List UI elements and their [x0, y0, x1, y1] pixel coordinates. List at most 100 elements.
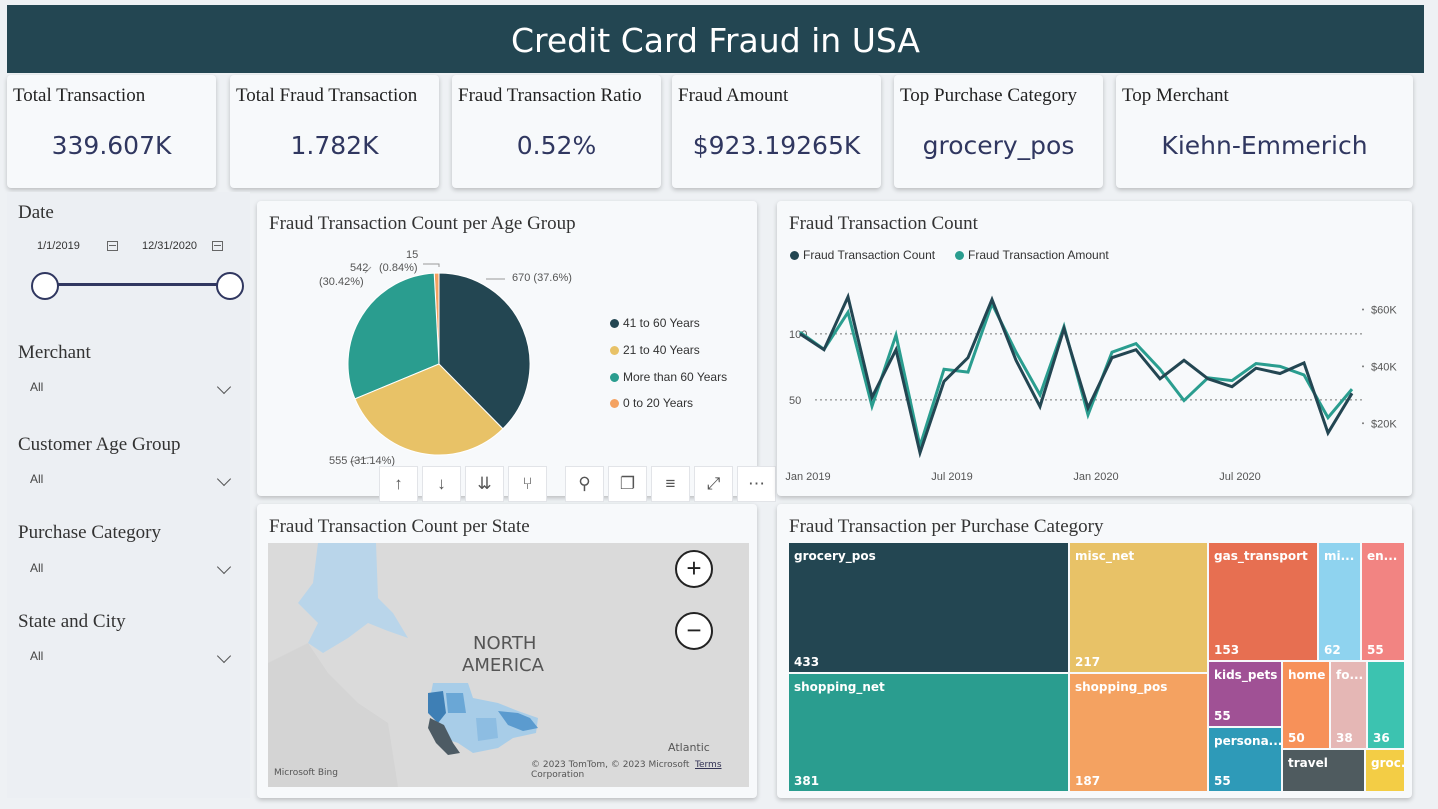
zoom-in-button[interactable]: +: [675, 550, 713, 588]
x-tick-label: Jul 2020: [1219, 471, 1261, 483]
y2-tick-mark: [1362, 422, 1364, 425]
treemap-tile-value: 38: [1336, 731, 1353, 745]
microsoft-bing-logo: Microsoft Bing: [274, 768, 338, 778]
pie-legend-21-40[interactable]: 21 to 40 Years: [610, 343, 700, 357]
legend-dot: [610, 346, 619, 355]
more-options-icon[interactable]: ⋯: [737, 466, 776, 502]
y2-tick-label: $60K: [1371, 304, 1397, 316]
line-chart[interactable]: 10050$60K$40K$20KJan 2019 Jul 2019 Jan 202…: [777, 201, 1412, 496]
kpi-card-top-purchase-category: Top Purchase Category grocery_pos: [894, 75, 1103, 188]
treemap-tile[interactable]: travel: [1283, 750, 1364, 791]
treemap-tile[interactable]: shopping_pos 187: [1070, 674, 1207, 791]
treemap-tile[interactable]: en... 55: [1362, 543, 1404, 660]
treemap-tile[interactable]: gas_transport 153: [1209, 543, 1317, 660]
copy-icon[interactable]: ❐: [608, 466, 647, 502]
treemap-tile-label: mi...: [1324, 549, 1355, 563]
kpi-card-fraud-ratio: Fraud Transaction Ratio 0.52%: [452, 75, 661, 188]
treemap-chart[interactable]: grocery_pos 433 shopping_net 381 misc_net 217…: [789, 543, 1404, 791]
treemap-tile-value: 36: [1373, 731, 1390, 745]
date-slicer-title: Date: [18, 202, 54, 223]
state-map[interactable]: NORTH AMERICA Atlantic © 2023 TomTom, © …: [268, 543, 749, 787]
visual-header-toolbar: ↑ ↓ ⇊ ⑂ ⚲ ❐ ≡ ⤢ ⋯: [379, 466, 776, 502]
pie-legend-0-20[interactable]: 0 to 20 Years: [610, 396, 693, 410]
treemap-tile[interactable]: fo... 38: [1331, 662, 1366, 748]
drill-down-button[interactable]: ↓: [422, 466, 461, 502]
treemap-tile[interactable]: mi... 62: [1319, 543, 1360, 660]
zoom-out-button[interactable]: −: [675, 612, 713, 650]
pin-icon[interactable]: ⚲: [565, 466, 604, 502]
treemap-tile-value: 55: [1367, 643, 1384, 657]
treemap-panel[interactable]: Fraud Transaction per Purchase Category …: [777, 504, 1412, 798]
treemap-tile-value: 153: [1214, 643, 1240, 657]
legend-label: 21 to 40 Years: [623, 343, 700, 357]
treemap-tile-label: persona...: [1214, 734, 1281, 748]
x-tick-label: Jan 2020: [1073, 471, 1118, 483]
region-label: AMERICA: [462, 655, 544, 676]
legend-dot: [610, 373, 619, 382]
date-range-slider[interactable]: [43, 283, 228, 286]
treemap-tile-label: en...: [1367, 549, 1398, 563]
age-group-dropdown[interactable]: All: [30, 472, 43, 486]
treemap-tile-label: home: [1288, 668, 1326, 682]
treemap-tile[interactable]: 36: [1368, 662, 1404, 748]
chevron-down-icon[interactable]: [216, 379, 232, 395]
kpi-title: Fraud Amount: [678, 85, 789, 106]
kpi-value: 0.52%: [516, 131, 597, 160]
date-end[interactable]: 12/31/2020: [142, 240, 197, 252]
ocean-label: Atlantic: [668, 741, 710, 754]
treemap-tile[interactable]: home 50: [1283, 662, 1329, 748]
treemap-tile-value: 62: [1324, 643, 1341, 657]
date-slider-end-handle[interactable]: [216, 272, 244, 300]
pie-slice-label: (30.42%): [319, 276, 364, 288]
map-attribution: © 2023 TomTom, © 2023 Microsoft Corporat…: [531, 760, 690, 780]
chevron-down-icon[interactable]: [216, 471, 232, 487]
date-slider-start-handle[interactable]: [31, 272, 59, 300]
treemap-tile-value: 55: [1214, 774, 1231, 788]
map-title: Fraud Transaction Count per State: [269, 516, 530, 537]
expand-hierarchy-button[interactable]: ⑂: [508, 466, 547, 502]
date-start[interactable]: 1/1/2019: [37, 240, 80, 252]
line-chart-panel[interactable]: Fraud Transaction Count Fraud Transactio…: [777, 201, 1412, 496]
treemap-tile-label: gas_transport: [1214, 549, 1308, 563]
treemap-tile-label: fo...: [1336, 668, 1364, 682]
kpi-title: Top Merchant: [1122, 85, 1229, 106]
terms-link[interactable]: Terms: [695, 760, 722, 770]
pie-legend-60-plus[interactable]: More than 60 Years: [610, 370, 727, 384]
expand-all-button[interactable]: ⇊: [465, 466, 504, 502]
treemap-title: Fraud Transaction per Purchase Category: [789, 516, 1104, 537]
treemap-tile[interactable]: grocery_pos 433: [789, 543, 1068, 672]
state-city-slicer-title: State and City: [18, 611, 126, 632]
state-city-dropdown[interactable]: All: [30, 649, 43, 663]
leader-line: [423, 263, 440, 267]
filter-icon[interactable]: ≡: [651, 466, 690, 502]
treemap-tile[interactable]: misc_net 217: [1070, 543, 1207, 672]
purchase-category-dropdown[interactable]: All: [30, 561, 43, 575]
kpi-card-fraud-amount: Fraud Amount $923.19265K: [672, 75, 881, 188]
treemap-tile-value: 187: [1075, 774, 1101, 788]
purchase-category-slicer-title: Purchase Category: [18, 522, 161, 543]
treemap-tile-value: 50: [1288, 731, 1305, 745]
map-panel[interactable]: Fraud Transaction Count per State NORTH …: [257, 504, 757, 798]
treemap-tile[interactable]: shopping_net 381: [789, 674, 1068, 791]
treemap-tile-value: 381: [794, 774, 820, 788]
pie-legend-41-60[interactable]: 41 to 60 Years: [610, 316, 700, 330]
state-mid: [446, 693, 466, 713]
calendar-icon[interactable]: [212, 241, 223, 251]
legend-dot: [610, 319, 619, 328]
pie-chart-panel[interactable]: Fraud Transaction Count per Age Group 67…: [257, 201, 757, 496]
drill-up-button[interactable]: ↑: [379, 466, 418, 502]
chevron-down-icon[interactable]: [216, 648, 232, 664]
treemap-tile[interactable]: groc...: [1366, 750, 1404, 791]
treemap-tile[interactable]: persona... 55: [1209, 728, 1281, 791]
region-label: NORTH: [473, 633, 537, 654]
y2-tick-label: $40K: [1371, 361, 1397, 373]
calendar-icon[interactable]: [107, 241, 118, 251]
kpi-title: Total Transaction: [13, 85, 146, 106]
chevron-down-icon[interactable]: [216, 559, 232, 575]
merchant-dropdown[interactable]: All: [30, 380, 43, 394]
focus-mode-icon[interactable]: ⤢: [694, 466, 733, 502]
kpi-card-top-merchant: Top Merchant Kiehn-Emmerich: [1116, 75, 1413, 188]
treemap-tile-label: kids_pets: [1214, 668, 1278, 682]
y2-tick-mark: [1362, 365, 1364, 368]
treemap-tile[interactable]: kids_pets 55: [1209, 662, 1281, 726]
